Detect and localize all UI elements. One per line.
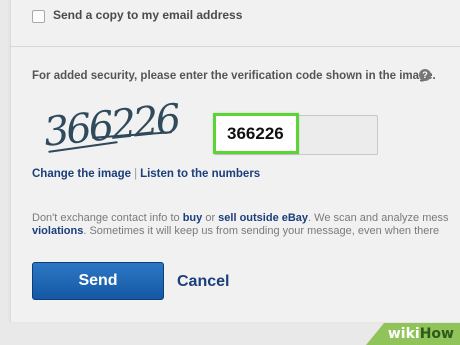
change-image-link[interactable]: Change the image <box>32 168 131 180</box>
send-button[interactable]: Send <box>32 262 164 300</box>
sell-outside-ebay-link[interactable]: sell outside eBay <box>218 212 308 224</box>
notice-text: . Sometimes it will keep us from sending… <box>83 225 440 237</box>
notice-line-2: violations. Sometimes it will keep us fr… <box>32 225 460 238</box>
violations-link[interactable]: violations <box>32 225 83 237</box>
captcha-code-text: 366226 <box>41 96 181 156</box>
listen-numbers-link[interactable]: Listen to the numbers <box>140 168 260 180</box>
section-divider <box>10 46 460 47</box>
copy-email-label: Send a copy to my email address <box>53 8 243 22</box>
entered-code-highlight[interactable]: 366226 <box>213 113 299 154</box>
notice-text: or <box>202 212 219 224</box>
captcha-image: 366226 <box>32 96 192 166</box>
notice-text: Don't exchange contact info to <box>32 212 183 224</box>
notice-line-1: Don't exchange contact info to buy or se… <box>32 212 460 225</box>
security-instructions: For added security, please enter the ver… <box>32 70 436 82</box>
wikihow-logo-wiki: wiki <box>387 326 420 342</box>
captcha-links: Change the image | Listen to the numbers <box>32 168 260 180</box>
link-separator: | <box>134 168 138 180</box>
copy-email-checkbox[interactable] <box>32 10 45 23</box>
buy-link[interactable]: buy <box>183 212 203 224</box>
cancel-link[interactable]: Cancel <box>177 273 229 291</box>
wikihow-logo-how: How <box>419 326 454 342</box>
help-icon[interactable]: ? <box>419 69 431 81</box>
notice-text: . We scan and analyze mess <box>308 212 449 224</box>
policy-notice: Don't exchange contact info to buy or se… <box>32 212 460 238</box>
wikihow-logo: wiki How <box>366 323 460 345</box>
